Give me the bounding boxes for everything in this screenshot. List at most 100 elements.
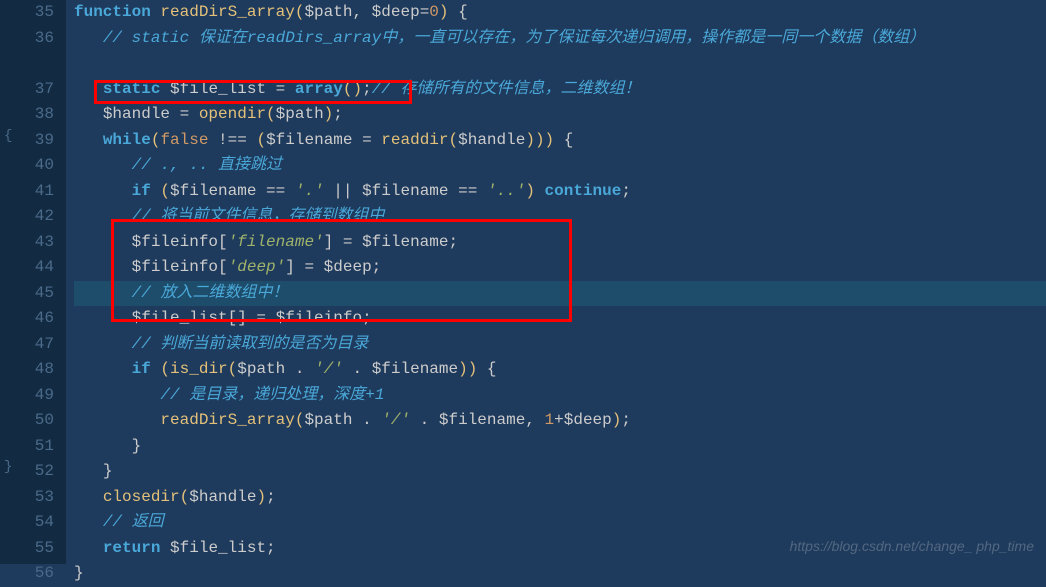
token-op bbox=[74, 539, 103, 557]
token-op: = bbox=[362, 131, 381, 149]
token-str: '/' bbox=[381, 411, 410, 429]
token-op: ] = bbox=[285, 258, 323, 276]
token-paren: ( bbox=[295, 411, 305, 429]
token-kw: function bbox=[74, 3, 160, 21]
token-paren: ))) bbox=[525, 131, 563, 149]
code-line[interactable]: if (is_dir($path . '/' . $filename)) { bbox=[74, 357, 1046, 383]
token-op: == bbox=[266, 182, 295, 200]
line-number: 51 bbox=[0, 434, 54, 460]
token-bool: false bbox=[160, 131, 208, 149]
code-line[interactable] bbox=[74, 51, 1046, 77]
code-line[interactable]: // 是目录，递归处理，深度+1 bbox=[74, 383, 1046, 409]
token-op: , bbox=[525, 411, 544, 429]
token-fn-name: is_dir bbox=[170, 360, 228, 378]
line-number bbox=[0, 51, 54, 77]
token-fn-name: readDirS_array bbox=[160, 3, 294, 21]
token-op: + bbox=[554, 411, 564, 429]
token-var: $filename bbox=[439, 411, 525, 429]
code-line[interactable]: $fileinfo['filename'] = $filename; bbox=[74, 230, 1046, 256]
token-comment: // 存储所有的文件信息，二维数组！ bbox=[372, 80, 641, 98]
token-str: 'filename' bbox=[228, 233, 324, 251]
line-number: 38 bbox=[0, 102, 54, 128]
token-paren: ) bbox=[256, 488, 266, 506]
line-number: 46 bbox=[0, 306, 54, 332]
code-line[interactable]: $fileinfo['deep'] = $deep; bbox=[74, 255, 1046, 281]
line-number: 36 bbox=[0, 26, 54, 52]
token-var: $path bbox=[304, 411, 362, 429]
token-var: $fileinfo bbox=[276, 309, 362, 327]
token-fn-name: readDirS_array bbox=[160, 411, 294, 429]
token-op bbox=[74, 360, 132, 378]
token-op: ; bbox=[266, 539, 276, 557]
token-op: [ bbox=[218, 233, 228, 251]
token-var: $path bbox=[237, 360, 295, 378]
code-line[interactable]: closedir($handle); bbox=[74, 485, 1046, 511]
line-number: 37 bbox=[0, 77, 54, 103]
token-op bbox=[74, 80, 103, 98]
token-op: ; bbox=[621, 411, 631, 429]
token-brace: } bbox=[103, 462, 113, 480]
token-kw: continue bbox=[545, 182, 622, 200]
token-op bbox=[74, 29, 103, 47]
token-op bbox=[74, 335, 132, 353]
token-op bbox=[74, 105, 103, 123]
token-paren: ( bbox=[180, 488, 190, 506]
code-line[interactable]: if ($filename == '.' || $filename == '..… bbox=[74, 179, 1046, 205]
code-line[interactable]: } bbox=[74, 434, 1046, 460]
code-line[interactable]: } bbox=[74, 561, 1046, 587]
code-line[interactable]: readDirS_array($path . '/' . $filename, … bbox=[74, 408, 1046, 434]
token-comment: // static 保证在readDirs_array中，一直可以存在，为了保证… bbox=[103, 29, 925, 47]
token-comment: // ., .. 直接跳过 bbox=[132, 156, 282, 174]
token-str: 'deep' bbox=[228, 258, 286, 276]
token-paren: ( bbox=[151, 131, 161, 149]
code-line[interactable]: // 将当前文件信息，存储到数组中 bbox=[74, 204, 1046, 230]
token-op bbox=[74, 437, 132, 455]
token-op bbox=[74, 284, 132, 302]
token-kw: static bbox=[103, 80, 170, 98]
token-var: $deep bbox=[372, 3, 420, 21]
code-line[interactable]: } bbox=[74, 459, 1046, 485]
code-line[interactable]: // 放入二维数组中！ bbox=[74, 281, 1046, 307]
token-op: = bbox=[180, 105, 199, 123]
code-content[interactable]: function readDirS_array($path, $deep=0) … bbox=[66, 0, 1046, 564]
token-num: 0 bbox=[429, 3, 439, 21]
token-brace: } bbox=[74, 564, 84, 582]
code-line[interactable]: $handle = opendir($path); bbox=[74, 102, 1046, 128]
token-fn-name: opendir bbox=[199, 105, 266, 123]
token-op: ; bbox=[362, 80, 372, 98]
token-op bbox=[74, 233, 132, 251]
token-var: $filename bbox=[266, 131, 362, 149]
line-number: 45 bbox=[0, 281, 54, 307]
code-line[interactable]: while(false !== ($filename = readdir($ha… bbox=[74, 128, 1046, 154]
code-line[interactable]: static $file_list = array();// 存储所有的文件信息… bbox=[74, 77, 1046, 103]
token-var: $path bbox=[276, 105, 324, 123]
token-op bbox=[74, 386, 160, 404]
token-op: . bbox=[410, 411, 439, 429]
token-var: $filename bbox=[362, 233, 448, 251]
token-op: ; bbox=[266, 488, 276, 506]
token-op: = bbox=[420, 3, 430, 21]
token-var: $deep bbox=[324, 258, 372, 276]
code-line[interactable]: $file_list[] = $fileinfo; bbox=[74, 306, 1046, 332]
line-number: 42 bbox=[0, 204, 54, 230]
code-line[interactable]: // static 保证在readDirs_array中，一直可以存在，为了保证… bbox=[74, 26, 1046, 52]
line-number: 54 bbox=[0, 510, 54, 536]
code-line[interactable]: // ., .. 直接跳过 bbox=[74, 153, 1046, 179]
token-op: . bbox=[362, 411, 381, 429]
line-number: 47 bbox=[0, 332, 54, 358]
token-op: , bbox=[352, 3, 371, 21]
token-paren: () bbox=[343, 80, 362, 98]
code-line[interactable]: function readDirS_array($path, $deep=0) … bbox=[74, 0, 1046, 26]
token-op: . bbox=[343, 360, 372, 378]
code-line[interactable]: // 返回 bbox=[74, 510, 1046, 536]
token-var: $filename bbox=[372, 360, 458, 378]
line-number: 44 bbox=[0, 255, 54, 281]
token-paren: )) bbox=[458, 360, 487, 378]
bracket-indicator: { bbox=[4, 128, 12, 144]
token-op bbox=[74, 156, 132, 174]
code-line[interactable]: // 判断当前读取到的是否为目录 bbox=[74, 332, 1046, 358]
token-paren: ( bbox=[295, 3, 305, 21]
code-editor[interactable]: 35363738{39404142434445464748495051}5253… bbox=[0, 0, 1046, 564]
token-op: !== bbox=[208, 131, 256, 149]
token-paren: ( bbox=[266, 105, 276, 123]
